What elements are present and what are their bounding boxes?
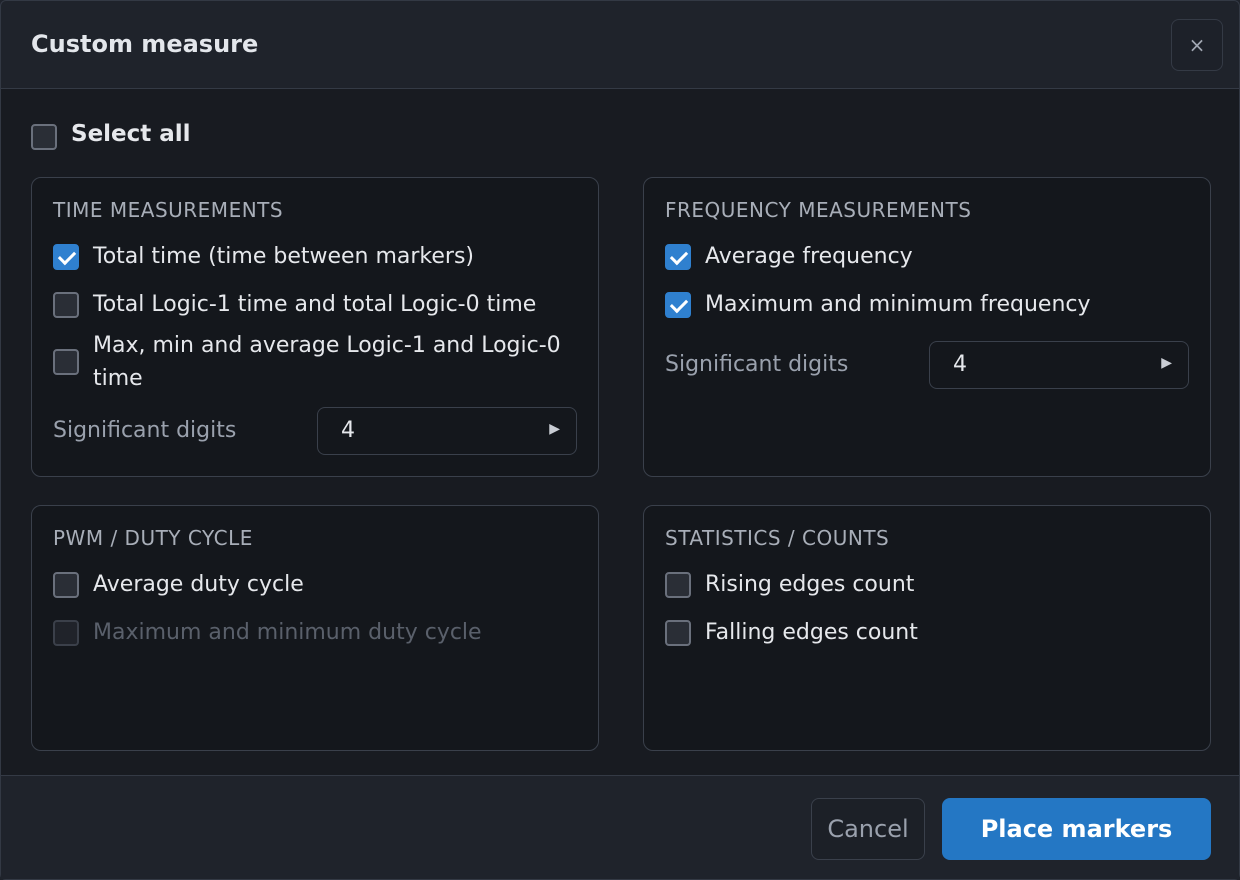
checkbox-max-min-duty-cycle [53,620,79,646]
option-label-max-min-frequency: Maximum and minimum frequency [705,292,1091,317]
option-label-total-time: Total time (time between markers) [93,244,475,269]
select-all-checkbox[interactable] [31,124,57,150]
option-label-average-duty-cycle: Average duty cycle [93,572,304,597]
checkbox-average-frequency[interactable] [665,244,691,270]
significant-digits-label-time: Significant digits [53,418,237,443]
group-statistics-counts: STATISTICS / COUNTS Rising edges count F… [643,505,1211,751]
significant-digits-value-frequency: 4 [953,352,967,377]
checkbox-rising-edges[interactable] [665,572,691,598]
checkbox-falling-edges[interactable] [665,620,691,646]
group-title-frequency: FREQUENCY MEASUREMENTS [665,198,972,222]
option-label-rising-edges: Rising edges count [705,572,915,597]
select-all-label: Select all [71,121,191,147]
cancel-button[interactable]: Cancel [811,798,925,860]
option-label-average-frequency: Average frequency [705,244,913,269]
option-label-max-min-duty-cycle: Maximum and minimum duty cycle [93,620,482,645]
significant-digits-stepper-time[interactable]: 4 ▶ [317,407,577,455]
group-time-measurements: TIME MEASUREMENTS Total time (time betwe… [31,177,599,477]
group-title-time: TIME MEASUREMENTS [53,198,284,222]
place-markers-button[interactable]: Place markers [942,798,1211,860]
group-frequency-measurements: FREQUENCY MEASUREMENTS Average frequency… [643,177,1211,477]
play-arrow-icon[interactable]: ▶ [549,421,560,437]
option-label-falling-edges: Falling edges count [705,620,918,645]
significant-digits-value-time: 4 [341,418,355,443]
option-label-total-logic-time: Total Logic-1 time and total Logic-0 tim… [93,292,537,317]
group-pwm-duty-cycle: PWM / DUTY CYCLE Average duty cycle Maxi… [31,505,599,751]
close-button[interactable]: × [1171,19,1223,71]
option-label-max-min-avg-logic: Max, min and average Logic-1 and Logic-0… [93,333,561,391]
checkbox-max-min-frequency[interactable] [665,292,691,318]
checkbox-average-duty-cycle[interactable] [53,572,79,598]
checkbox-total-time[interactable] [53,244,79,270]
dialog-header: Custom measure × [1,1,1239,89]
checkbox-total-logic-time[interactable] [53,292,79,318]
significant-digits-stepper-frequency[interactable]: 4 ▶ [929,341,1189,389]
dialog-title: Custom measure [31,30,259,58]
group-title-stats: STATISTICS / COUNTS [665,526,890,550]
group-title-pwm: PWM / DUTY CYCLE [53,526,253,550]
significant-digits-label-frequency: Significant digits [665,352,849,377]
play-arrow-icon[interactable]: ▶ [1161,355,1172,371]
custom-measure-dialog: Custom measure × Select all TIME MEASURE… [0,0,1240,880]
checkbox-max-min-avg-logic[interactable] [53,349,79,375]
close-icon: × [1188,33,1206,57]
dialog-footer: Cancel Place markers [1,775,1239,879]
